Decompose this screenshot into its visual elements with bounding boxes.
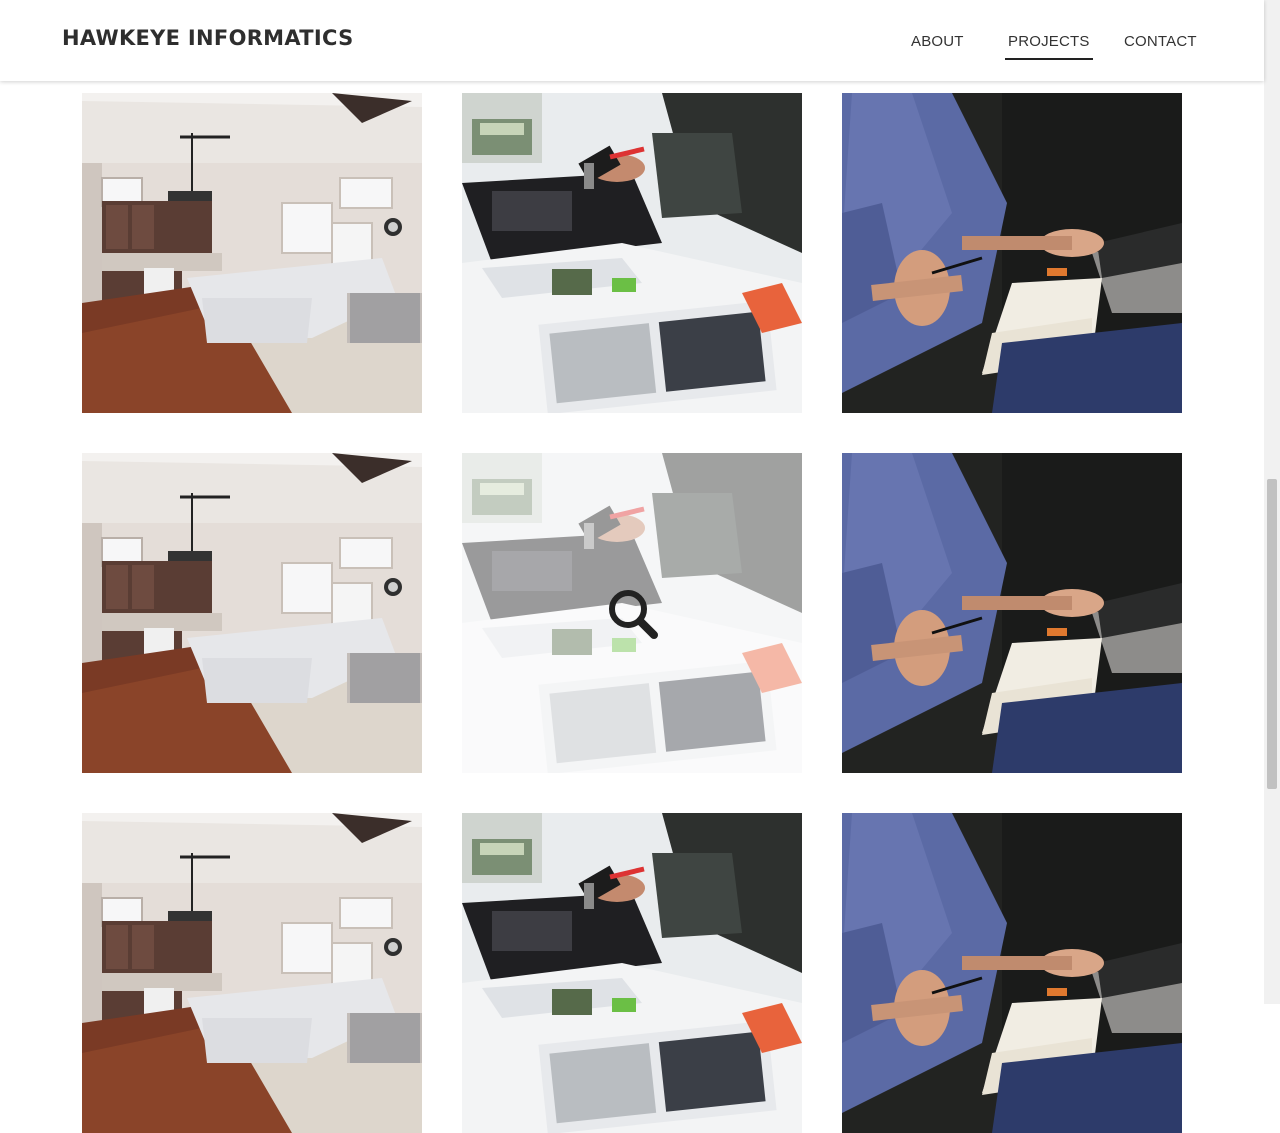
magazines-scissors-photo <box>462 813 802 1133</box>
top-navbar: HAWKEYE INFORMATICS ABOUT PROJECTS CONTA… <box>0 0 1264 81</box>
laptop-notebook-photo <box>842 93 1182 413</box>
project-tile[interactable] <box>462 93 802 413</box>
living-room-photo <box>82 453 422 773</box>
living-room-photo <box>82 813 422 1133</box>
search-icon[interactable] <box>606 587 660 641</box>
project-tile[interactable] <box>82 453 422 773</box>
magazines-scissors-photo <box>462 93 802 413</box>
project-tile[interactable] <box>462 453 802 773</box>
nav-link-projects[interactable]: PROJECTS <box>1005 33 1093 60</box>
project-tile[interactable] <box>842 813 1182 1133</box>
laptop-notebook-photo <box>842 453 1182 773</box>
page-scrollbar[interactable] <box>1264 0 1280 1004</box>
project-tile[interactable] <box>842 453 1182 773</box>
nav-link-contact[interactable]: CONTACT <box>1124 33 1197 50</box>
project-tile[interactable] <box>82 813 422 1133</box>
living-room-photo <box>82 93 422 413</box>
project-tile[interactable] <box>82 93 422 413</box>
project-tile[interactable] <box>842 93 1182 413</box>
project-tile[interactable] <box>462 813 802 1133</box>
brand-title[interactable]: HAWKEYE INFORMATICS <box>62 26 354 50</box>
scrollbar-thumb[interactable] <box>1267 479 1277 789</box>
nav-link-about[interactable]: ABOUT <box>911 33 964 50</box>
laptop-notebook-photo <box>842 813 1182 1133</box>
